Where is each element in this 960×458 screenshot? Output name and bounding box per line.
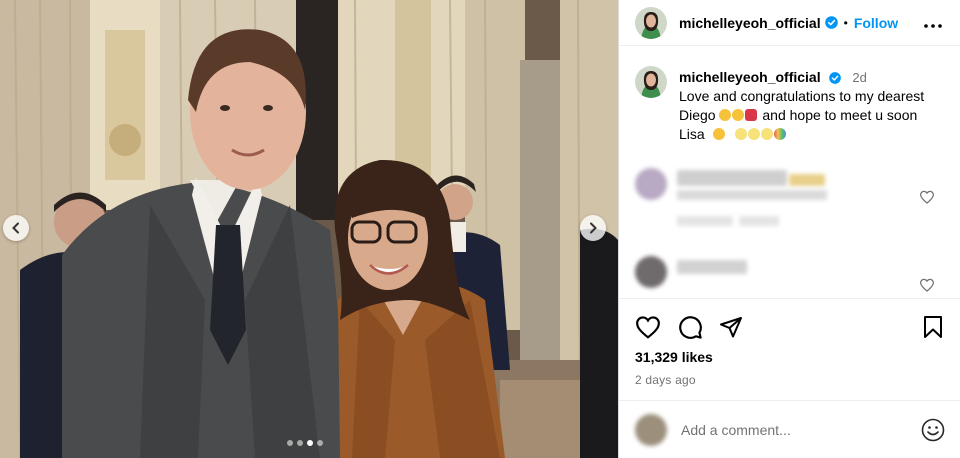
post-timestamp[interactable]: 2 days ago [635,373,945,387]
caption-text: and hope to meet u soon [762,107,918,123]
post-header: michelleyeoh_official • Follow [619,0,960,46]
share-icon [720,317,742,338]
chevron-right-icon [590,222,597,234]
heart-icon[interactable] [919,190,935,204]
chevron-left-icon [12,222,19,234]
comment-composer: Add a comment... [619,400,960,458]
previous-slide-button[interactable] [3,215,29,241]
comments-list[interactable]: michelleyeoh_official 2d Love and congra… [619,56,960,298]
heart-icon [636,316,660,339]
sparkles-emoji-icon [735,128,748,140]
caption-body: michelleyeoh_official 2d Love and congra… [679,68,945,144]
verified-badge-icon [824,16,838,29]
comment-avatar-blurred [635,256,667,288]
post-photo[interactable] [0,0,618,458]
bookmark-icon [924,316,942,338]
sparkles-emoji-icon [761,128,774,140]
profile-picture [635,66,667,98]
caption-time[interactable]: 2d [852,70,866,85]
rainbow-emoji-icon [774,128,787,140]
comment-text-blurred [677,260,747,274]
more-options-button[interactable] [924,12,942,33]
caption-avatar[interactable] [635,66,667,98]
carousel-indicator [287,440,323,446]
like-button[interactable] [635,315,661,339]
emoji-button[interactable] [921,418,945,442]
comment-avatar-blurred [635,168,667,200]
caption-username[interactable]: michelleyeoh_official [679,69,821,85]
likes-count[interactable]: 31,329 likes [635,349,945,365]
comment-text-blurred [677,190,827,200]
caption-name: Diego [679,107,716,123]
comment-meta-blurred [739,216,779,226]
comment-button[interactable] [677,314,703,340]
save-button[interactable] [923,315,943,339]
next-slide-button[interactable] [580,215,606,241]
comment-input[interactable]: Add a comment... [681,422,791,438]
comment-text-blurred [677,170,787,186]
separator-dot: • [843,15,848,30]
comment-text-blurred [789,174,825,186]
more-icon [924,24,942,28]
carousel-dot [287,440,293,446]
post-side-panel: michelleyeoh_official • Follow michelley… [618,0,960,458]
share-button[interactable] [719,315,743,339]
avatar[interactable] [635,6,667,39]
caption: michelleyeoh_official 2d Love and congra… [619,56,960,144]
post-actions: 31,329 likes 2 days ago [619,298,960,387]
profile-picture [635,6,667,39]
sparkles-emoji-icon [748,128,761,140]
heart-eyes-emoji-icon [732,109,745,121]
emoji-icon [921,418,945,441]
caption-line-3: Lisa [679,125,945,144]
caption-signoff: Lisa [679,126,705,142]
follow-button[interactable]: Follow [854,15,898,31]
comment-meta-blurred [677,216,733,226]
mending-heart-emoji-icon [745,109,758,121]
photo-image [0,0,618,458]
action-icons [635,299,945,355]
carousel-dot-active [307,440,313,446]
caption-line-1: Love and congratulations to my dearest [679,88,925,104]
heart-eyes-emoji-icon [719,109,732,121]
carousel-dot [297,440,303,446]
heart-icon[interactable] [919,278,935,292]
current-user-avatar [635,413,667,446]
comment-icon [679,316,702,339]
sunglasses-emoji-icon [712,128,725,140]
carousel-dot [317,440,323,446]
verified-badge-icon [828,72,841,85]
post-viewer: michelleyeoh_official • Follow michelley… [0,0,960,458]
username-link[interactable]: michelleyeoh_official [679,15,821,31]
caption-line-2: Diego and hope to meet u soon [679,106,945,125]
